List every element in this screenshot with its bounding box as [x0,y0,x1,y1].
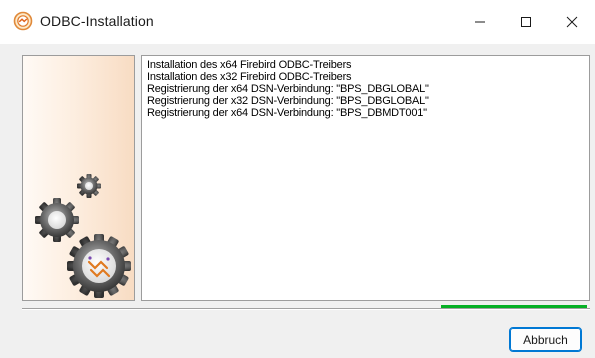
minimize-icon [475,21,485,23]
close-icon [566,16,578,28]
window-title: ODBC-Installation [40,13,154,29]
close-button[interactable] [549,0,595,44]
odbc-installation-window: ODBC-Installation Installation des x64 F… [0,0,595,358]
maximize-icon [521,17,531,27]
cancel-button[interactable]: Abbruch [509,327,582,352]
maximize-button[interactable] [503,0,549,44]
log-line: Registrierung der x64 DSN-Verbindung: "B… [147,83,429,95]
installation-log[interactable]: Installation des x64 Firebird ODBC-Treib… [141,55,590,301]
log-line: Registrierung der x32 DSN-Verbindung: "B… [147,95,429,107]
minimize-button[interactable] [457,0,503,44]
log-line: Installation des x32 Firebird ODBC-Treib… [147,71,352,83]
odbc-app-icon [13,11,33,31]
title-bar[interactable]: ODBC-Installation [0,0,595,44]
gears-icon [35,174,131,298]
progress-bar-fill [441,305,587,308]
side-panel-image [22,55,135,301]
log-line: Installation des x64 Firebird ODBC-Treib… [147,59,352,71]
separator-line [22,308,590,310]
log-line: Registrierung der x64 DSN-Verbindung: "B… [147,107,427,119]
progress-bar [441,305,587,308]
